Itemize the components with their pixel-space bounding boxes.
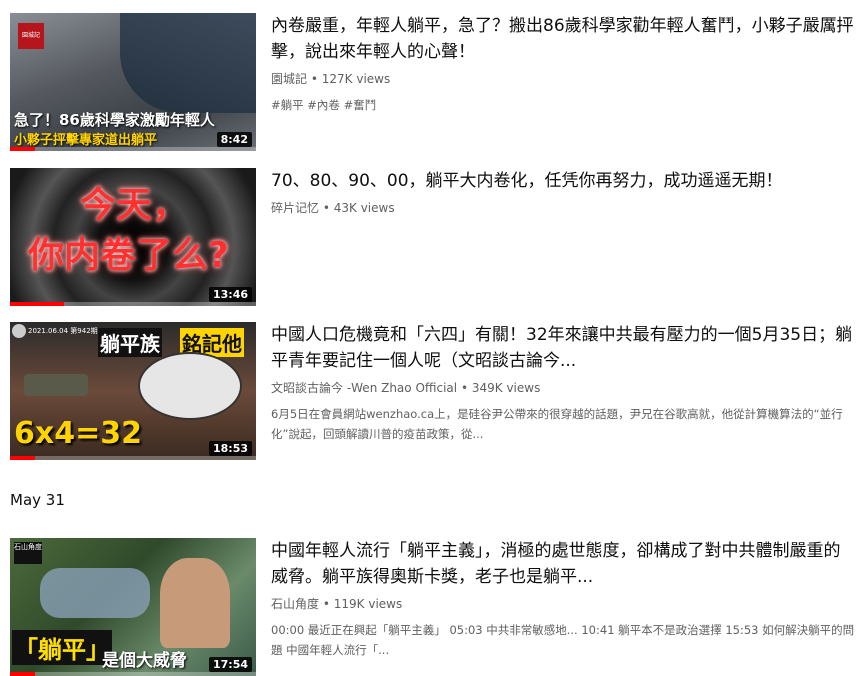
- thumbnail-caption: 急了！86歲科學家激勵年輕人: [14, 111, 215, 129]
- video-thumbnail[interactable]: 今天， 你内卷了么? 13:46: [10, 168, 256, 306]
- duration-badge: 18:53: [208, 441, 252, 456]
- thumbnail-caption: 6x4=32: [14, 416, 142, 451]
- thumbnail-figure: [120, 13, 256, 113]
- meta-separator: •: [460, 381, 472, 395]
- duration-badge: 17:54: [208, 657, 252, 672]
- section-date-header: May 31: [10, 491, 65, 509]
- channel-logo: 園城記: [18, 23, 44, 49]
- thumbnail-figure: [160, 558, 230, 648]
- video-description: 6月5日在會員網站wenzhao.ca上，是硅谷尹公帶來的很穿越的話題，尹兄在谷…: [271, 407, 843, 441]
- avatar: [12, 324, 26, 338]
- thumbnail-caption: 你内卷了么?: [28, 235, 229, 276]
- thumbnail-figure: [40, 568, 150, 618]
- thumbnail-caption: 「躺平」: [12, 630, 112, 665]
- watch-progress: [10, 302, 65, 306]
- progress-track: [10, 672, 256, 676]
- channel-logo: 石山角度: [14, 542, 42, 564]
- video-thumbnail[interactable]: 2021.06.04 第942期 躺平族 銘記他 6x4=32 18:53: [10, 322, 256, 460]
- thumbnail-portrait: [138, 352, 242, 420]
- meta-separator: •: [310, 72, 322, 86]
- thumbnail-caption: 小夥子抨擊專家道出躺平: [14, 133, 158, 148]
- video-title[interactable]: 中國人口危機竟和「六四」有關！32年來讓中共最有壓力的一個5月35日；躺平青年要…: [271, 322, 856, 374]
- video-info: 內卷嚴重，年輕人躺平，急了？搬出86歲科學家勸年輕人奮鬥，小夥子嚴厲抨擊，說出來…: [271, 13, 856, 113]
- watch-progress: [10, 672, 35, 676]
- video-info: 中國年輕人流行「躺平主義」，消極的處世態度，卻構成了對中共體制嚴重的威脅。躺平族…: [271, 538, 856, 660]
- video-title[interactable]: 70、80、90、00，躺平大内卷化，任凭你再努力，成功遥遥无期！: [271, 168, 856, 194]
- channel-name[interactable]: 石山角度: [271, 597, 319, 611]
- channel-name[interactable]: 園城記: [271, 72, 307, 86]
- video-meta: 園城記 • 127K views: [271, 71, 856, 87]
- video-meta: 碎片记忆 • 43K views: [271, 200, 856, 216]
- video-description: 00:00 最近正在興起「躺平主義」 05:03 中共非常敏感地... 10:4…: [271, 623, 855, 657]
- progress-track: [10, 147, 256, 151]
- duration-badge: 13:46: [208, 287, 252, 302]
- video-thumbnail[interactable]: 石山角度 「躺平」 是個大威脅 17:54: [10, 538, 256, 676]
- thumbnail-badge: 2021.06.04 第942期: [28, 327, 98, 335]
- progress-track: [10, 456, 256, 460]
- view-count: 43K views: [333, 201, 395, 215]
- view-count: 119K views: [333, 597, 403, 611]
- tank-illustration: [24, 374, 88, 396]
- view-count: 349K views: [471, 381, 541, 395]
- thumbnail-caption: 是個大威脅: [102, 651, 187, 671]
- watch-progress: [10, 456, 35, 460]
- duration-badge: 8:42: [216, 132, 252, 147]
- channel-name[interactable]: 碎片记忆: [271, 201, 319, 215]
- video-info: 70、80、90、00，躺平大内卷化，任凭你再努力，成功遥遥无期！ 碎片记忆 •…: [271, 168, 856, 216]
- meta-separator: •: [322, 597, 334, 611]
- video-meta: 石山角度 • 119K views: [271, 596, 856, 612]
- meta-separator: •: [322, 201, 334, 215]
- video-meta: 文昭談古論今 -Wen Zhao Official • 349K views: [271, 380, 856, 396]
- video-title[interactable]: 內卷嚴重，年輕人躺平，急了？搬出86歲科學家勸年輕人奮鬥，小夥子嚴厲抨擊，說出來…: [271, 13, 856, 65]
- video-tags[interactable]: #躺平 #內卷 #奮鬥: [271, 97, 856, 113]
- video-info: 中國人口危機竟和「六四」有關！32年來讓中共最有壓力的一個5月35日；躺平青年要…: [271, 322, 856, 444]
- view-count: 127K views: [321, 72, 391, 86]
- channel-name[interactable]: 文昭談古論今 -Wen Zhao Official: [271, 381, 457, 395]
- video-title[interactable]: 中國年輕人流行「躺平主義」，消極的處世態度，卻構成了對中共體制嚴重的威脅。躺平族…: [271, 538, 856, 590]
- watch-progress: [10, 147, 35, 151]
- thumbnail-caption: 躺平族: [98, 328, 162, 357]
- thumbnail-caption: 今天，: [80, 185, 189, 226]
- video-thumbnail[interactable]: 園城記 急了！86歲科學家激勵年輕人 小夥子抨擊專家道出躺平 8:42: [10, 13, 256, 151]
